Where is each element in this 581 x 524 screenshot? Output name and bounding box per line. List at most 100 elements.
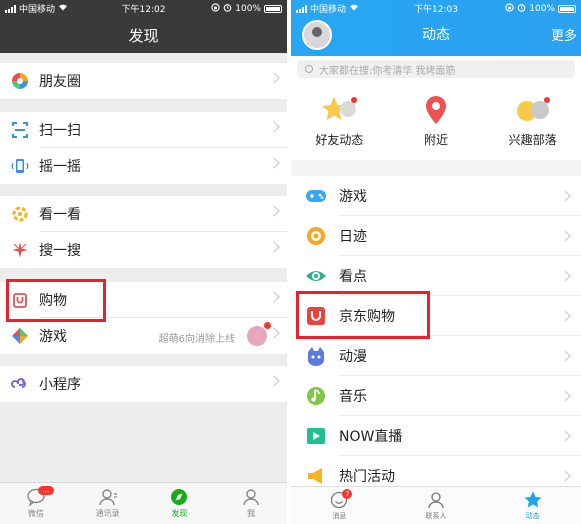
chevron-right-icon	[268, 72, 280, 84]
item-label: 看点	[339, 269, 367, 285]
chevron-right-icon	[268, 241, 280, 253]
compass-icon	[169, 488, 189, 506]
music-note-icon	[305, 385, 327, 407]
quick-interest-tribes[interactable]: 兴趣部落	[484, 82, 581, 160]
dynamics-item-kandian[interactable]: 看点	[291, 256, 581, 296]
status-time: 下午12:03	[414, 5, 458, 15]
lock-rotation-icon	[211, 2, 220, 15]
chevron-right-icon	[268, 205, 280, 217]
dynamics-item-now-live[interactable]: NOW直播	[291, 416, 581, 456]
quick-nearby[interactable]: 附近	[388, 82, 485, 160]
status-bar: 中国移动 下午12:03 100%	[291, 0, 581, 17]
comics-icon	[305, 345, 327, 367]
item-label: 小程序	[39, 377, 81, 393]
wifi-icon	[58, 3, 68, 14]
status-bar: 中国移动 下午12:02 100%	[0, 0, 287, 17]
tab-messages[interactable]: 7 消息	[291, 487, 388, 524]
unread-badge: 7	[342, 489, 353, 499]
quick-label: 附近	[424, 133, 449, 147]
scan-icon	[11, 121, 29, 139]
wechat-discover-screen: 中国移动 下午12:02 100% 发现 朋友圈 扫一扫 摇一摇 看一看 搜一搜…	[0, 0, 287, 524]
highlight-box-jd-shopping	[296, 291, 430, 339]
dynamics-item-moments-trace[interactable]: 日迹	[291, 216, 581, 256]
carrier-label: 中国移动	[310, 5, 347, 15]
chevron-right-icon	[268, 157, 280, 169]
discover-item-scan[interactable]: 扫一扫	[0, 112, 287, 148]
tab-label: 发现	[171, 509, 188, 518]
item-label: 搜一搜	[39, 243, 81, 259]
chevron-right-icon	[268, 375, 280, 387]
dynamics-item-comics[interactable]: 动漫	[291, 336, 581, 376]
item-label: 看一看	[39, 207, 81, 223]
battery-percent: 100%	[235, 3, 261, 14]
quick-friends-feed[interactable]: 好友动态	[291, 82, 388, 160]
item-label: 游戏	[39, 329, 67, 345]
tab-label: 消息	[332, 511, 347, 520]
tab-contacts[interactable]: 联系人	[388, 487, 485, 524]
chevron-right-icon	[268, 121, 280, 133]
discover-item-top-stories[interactable]: 看一看	[0, 196, 287, 232]
alarm-icon	[517, 3, 526, 15]
chevron-right-icon	[559, 430, 571, 442]
chevron-right-icon	[559, 470, 571, 482]
lock-rotation-icon	[505, 2, 514, 15]
daily-trace-icon	[305, 225, 327, 247]
status-time: 下午12:02	[121, 5, 166, 15]
chevron-right-icon	[559, 190, 571, 202]
signal-icon	[296, 4, 307, 13]
page-title: 动态	[422, 27, 450, 43]
games-promo-note: 超萌6向消除上线	[158, 334, 235, 345]
item-label: 动漫	[339, 349, 367, 365]
tab-label: 通讯录	[95, 509, 120, 518]
discover-item-shake[interactable]: 摇一摇	[0, 148, 287, 184]
contacts-icon	[98, 488, 118, 506]
shake-icon	[11, 157, 29, 175]
gamepad-icon	[305, 185, 327, 207]
more-button[interactable]: 更多	[551, 25, 577, 44]
wifi-icon	[349, 3, 359, 14]
tab-discover[interactable]: 发现	[144, 483, 216, 524]
person-icon	[241, 488, 261, 506]
page-title: 发现	[0, 17, 287, 53]
star-icon	[523, 491, 543, 509]
item-label: 音乐	[339, 389, 367, 405]
search-icon	[305, 65, 313, 73]
search-input[interactable]: 大家都在搜:你考清华 我烤面筋	[297, 60, 575, 78]
unread-badge: …	[37, 486, 54, 495]
tab-contacts[interactable]: 通讯录	[72, 483, 144, 524]
signal-icon	[5, 4, 16, 13]
discover-item-search[interactable]: 搜一搜	[0, 232, 287, 268]
discover-item-mini-programs[interactable]: 小程序	[0, 366, 287, 402]
games-icon	[11, 327, 29, 345]
eye-icon	[305, 265, 327, 287]
bottom-tab-bar: … 微信 通讯录 发现 我	[0, 482, 287, 524]
tab-label: 微信	[27, 509, 44, 518]
tab-chats[interactable]: … 微信	[0, 483, 72, 524]
dynamics-item-games[interactable]: 游戏	[291, 176, 581, 216]
search-placeholder: 大家都在搜:你考清华 我烤面筋	[319, 65, 456, 77]
tab-dynamics[interactable]: 动态	[484, 487, 581, 524]
bottom-tab-bar: 7 消息 联系人 动态	[291, 486, 581, 524]
dynamics-item-music[interactable]: 音乐	[291, 376, 581, 416]
chevron-right-icon	[559, 310, 571, 322]
quick-entries: 好友动态 附近 兴趣部落	[291, 82, 581, 160]
top-stories-icon	[11, 205, 29, 223]
carrier-label: 中国移动	[19, 5, 56, 15]
item-label: 摇一摇	[39, 159, 81, 175]
game-thumbnail-badge	[247, 322, 271, 346]
quick-label: 兴趣部落	[508, 133, 557, 147]
chevron-right-icon	[559, 390, 571, 402]
tab-label: 动态	[525, 511, 540, 520]
live-stream-icon	[305, 425, 327, 447]
item-label: 热门活动	[339, 469, 395, 485]
tab-me[interactable]: 我	[215, 483, 287, 524]
chevron-right-icon	[268, 327, 280, 339]
chevron-right-icon	[559, 350, 571, 362]
discover-item-games[interactable]: 游戏 超萌6向消除上线	[0, 318, 287, 354]
discover-item-moments[interactable]: 朋友圈	[0, 63, 287, 99]
tab-label: 联系人	[425, 511, 447, 520]
alarm-icon	[223, 3, 232, 15]
item-label: NOW直播	[339, 429, 403, 445]
battery-percent: 100%	[529, 3, 555, 14]
item-label: 扫一扫	[39, 123, 81, 139]
